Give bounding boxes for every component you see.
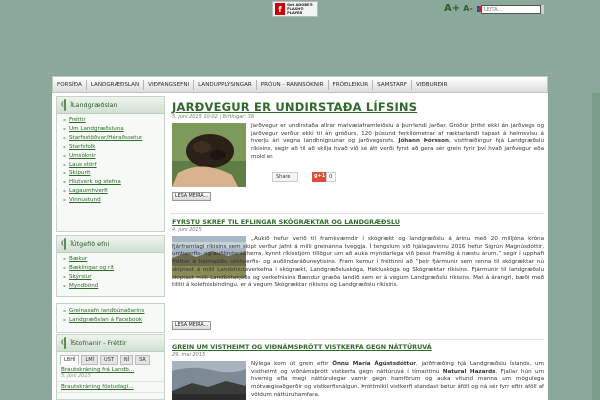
wheat-icon	[61, 99, 73, 111]
nav-item-samstarf[interactable]: SAMSTARF	[373, 79, 412, 90]
news-date: 5. júní 2015	[61, 373, 91, 379]
sidebar-link-starfsfolk[interactable]: Starfsfólk	[63, 143, 164, 152]
sidebar-box-utgefid-efni: Útgefið efni Bækur Bæklingar og rit Skýr…	[56, 235, 165, 297]
article-image-volcano	[172, 361, 246, 400]
sidebar-link-umsoknir[interactable]: Umsóknir	[63, 152, 164, 161]
search-submit-button[interactable]	[541, 5, 544, 14]
article-date: 5. júní 2015 10:02	[172, 114, 218, 120]
get-flash-player-badge[interactable]: f Get ADOBE® FLASH® PLAYER	[272, 1, 318, 17]
list-item: Brautskráning föstudagi...	[57, 382, 164, 393]
article-body: Nýlega kom út grein eftir Önnu María Ágú…	[251, 361, 545, 398]
sidebar-link-baekur[interactable]: Bækur	[63, 255, 164, 264]
nav-item-vidfangsefni[interactable]: VIÐFANGSEFNI	[144, 79, 195, 90]
sidebar-box-title: Útgefið efni	[72, 240, 110, 248]
institution-tabs: LBHÍ LMÍ UST NÍ SR	[57, 352, 164, 365]
wheat-icon	[61, 337, 73, 349]
tab-lmi[interactable]: LMÍ	[81, 355, 99, 365]
article-date: 4. júní 2015	[172, 227, 202, 233]
nav-item-landgraedslan[interactable]: LANDGRÆÐSLAN	[87, 79, 145, 90]
share-button[interactable]: Share	[272, 172, 298, 182]
sidebar-box-stofnanir-frettir: Stofnanir - Fréttir LBHÍ LMÍ UST NÍ SR B…	[56, 334, 165, 400]
article-title[interactable]: Grein um vistheimt og viðnámsþrótt vistk…	[172, 343, 432, 351]
nav-item-frodleikur[interactable]: FRÓÐLEIKUR	[329, 79, 374, 90]
nav-item-forsida[interactable]: FORSÍÐA	[53, 79, 87, 90]
sidebar-link-greinasafn[interactable]: Greinasafn landbúnaðarins	[63, 307, 164, 316]
tab-ni[interactable]: NÍ	[119, 355, 134, 365]
article-body: „Aukið hefur verið til framkvæmdir í skó…	[172, 236, 544, 289]
sidebar-link-myndbond[interactable]: Myndbönd	[63, 282, 164, 291]
sidebar-link-um-landgraedsluna[interactable]: Um Landgræðsluna	[63, 125, 164, 134]
divider	[170, 213, 544, 214]
sidebar-link-laus-storf[interactable]: Laus störf	[63, 161, 164, 170]
article-views: Birtingar: 38	[222, 114, 254, 120]
sidebar-link-skipurit[interactable]: Skipurit	[63, 169, 164, 178]
font-decrease-button[interactable]: A-	[463, 4, 473, 13]
news-link[interactable]: Brautskráning föstudagi...	[61, 384, 160, 390]
sidebar-box-title: Landgræðslan	[72, 101, 118, 109]
article-title[interactable]: Fyrstu skref til eflingar skógræktar og …	[172, 218, 400, 226]
search-input[interactable]	[481, 5, 541, 14]
tab-lbhi[interactable]: LBHÍ	[60, 355, 80, 365]
sidebar-box-external-links: Greinasafn landbúnaðarins Landgræðslan á…	[56, 303, 165, 333]
sidebar-box-landgraedslan: Landgræðslan Fréttir Um Landgræðsluna St…	[56, 96, 165, 232]
main-navigation: FORSÍÐA LANDGRÆÐSLAN VIÐFANGSEFNI LANDUP…	[52, 76, 548, 93]
font-increase-button[interactable]: A+	[444, 3, 460, 14]
flash-logo-icon: f	[275, 3, 286, 15]
sidebar-link-facebook[interactable]: Landgræðslan á Facebook	[63, 316, 164, 325]
read-more-button[interactable]: LESA MEIRA...	[172, 321, 212, 330]
article-title[interactable]: Jarðvegur er undirstaða lífsins	[172, 100, 417, 114]
sidebar-link-lagaumhverfi[interactable]: Lagaumhverfi	[63, 187, 164, 196]
sidebar-link-skyrslur[interactable]: Skýrslur	[63, 273, 164, 282]
list-item: Brautskráning frá Landb... 5. júní 2015	[57, 365, 164, 382]
google-plus-button[interactable]: g+1	[312, 172, 326, 182]
nav-item-throun-rannsoknir[interactable]: PRÓUN - RANNSÓKNIR	[257, 79, 329, 90]
article-body: Jarðvegur er undirstaða allrar matvælafr…	[251, 123, 545, 160]
article-image-soil	[172, 123, 246, 187]
sidebar-link-baeklingar[interactable]: Bæklingar og rit	[63, 264, 164, 273]
read-more-button[interactable]: LESA MEIRA...	[172, 192, 212, 201]
sidebar-link-vinnustund[interactable]: Vinnustund	[63, 196, 164, 205]
nav-item-vidburdir[interactable]: VIÐBURÐIR	[412, 80, 452, 90]
sidebar-link-starfsstodvar[interactable]: Starfsstöðvar/Héraðssetur	[63, 134, 164, 143]
sidebar-link-hlutverk[interactable]: Hlutverk og stefna	[63, 178, 164, 187]
divider	[170, 339, 544, 340]
google-plus-count: 0	[326, 172, 336, 182]
article-date: 29. maí 2015	[172, 352, 206, 358]
tab-sr[interactable]: SR	[135, 355, 150, 365]
sidebar-link-frettir[interactable]: Fréttir	[63, 116, 164, 125]
nav-item-landupplysingar[interactable]: LANDUPPLÝSINGAR	[194, 79, 257, 90]
tab-ust[interactable]: UST	[100, 355, 118, 365]
wheat-icon	[61, 238, 73, 250]
sidebar-box-title: Stofnanir - Fréttir	[72, 339, 127, 347]
page-scrollbar[interactable]	[592, 93, 600, 400]
